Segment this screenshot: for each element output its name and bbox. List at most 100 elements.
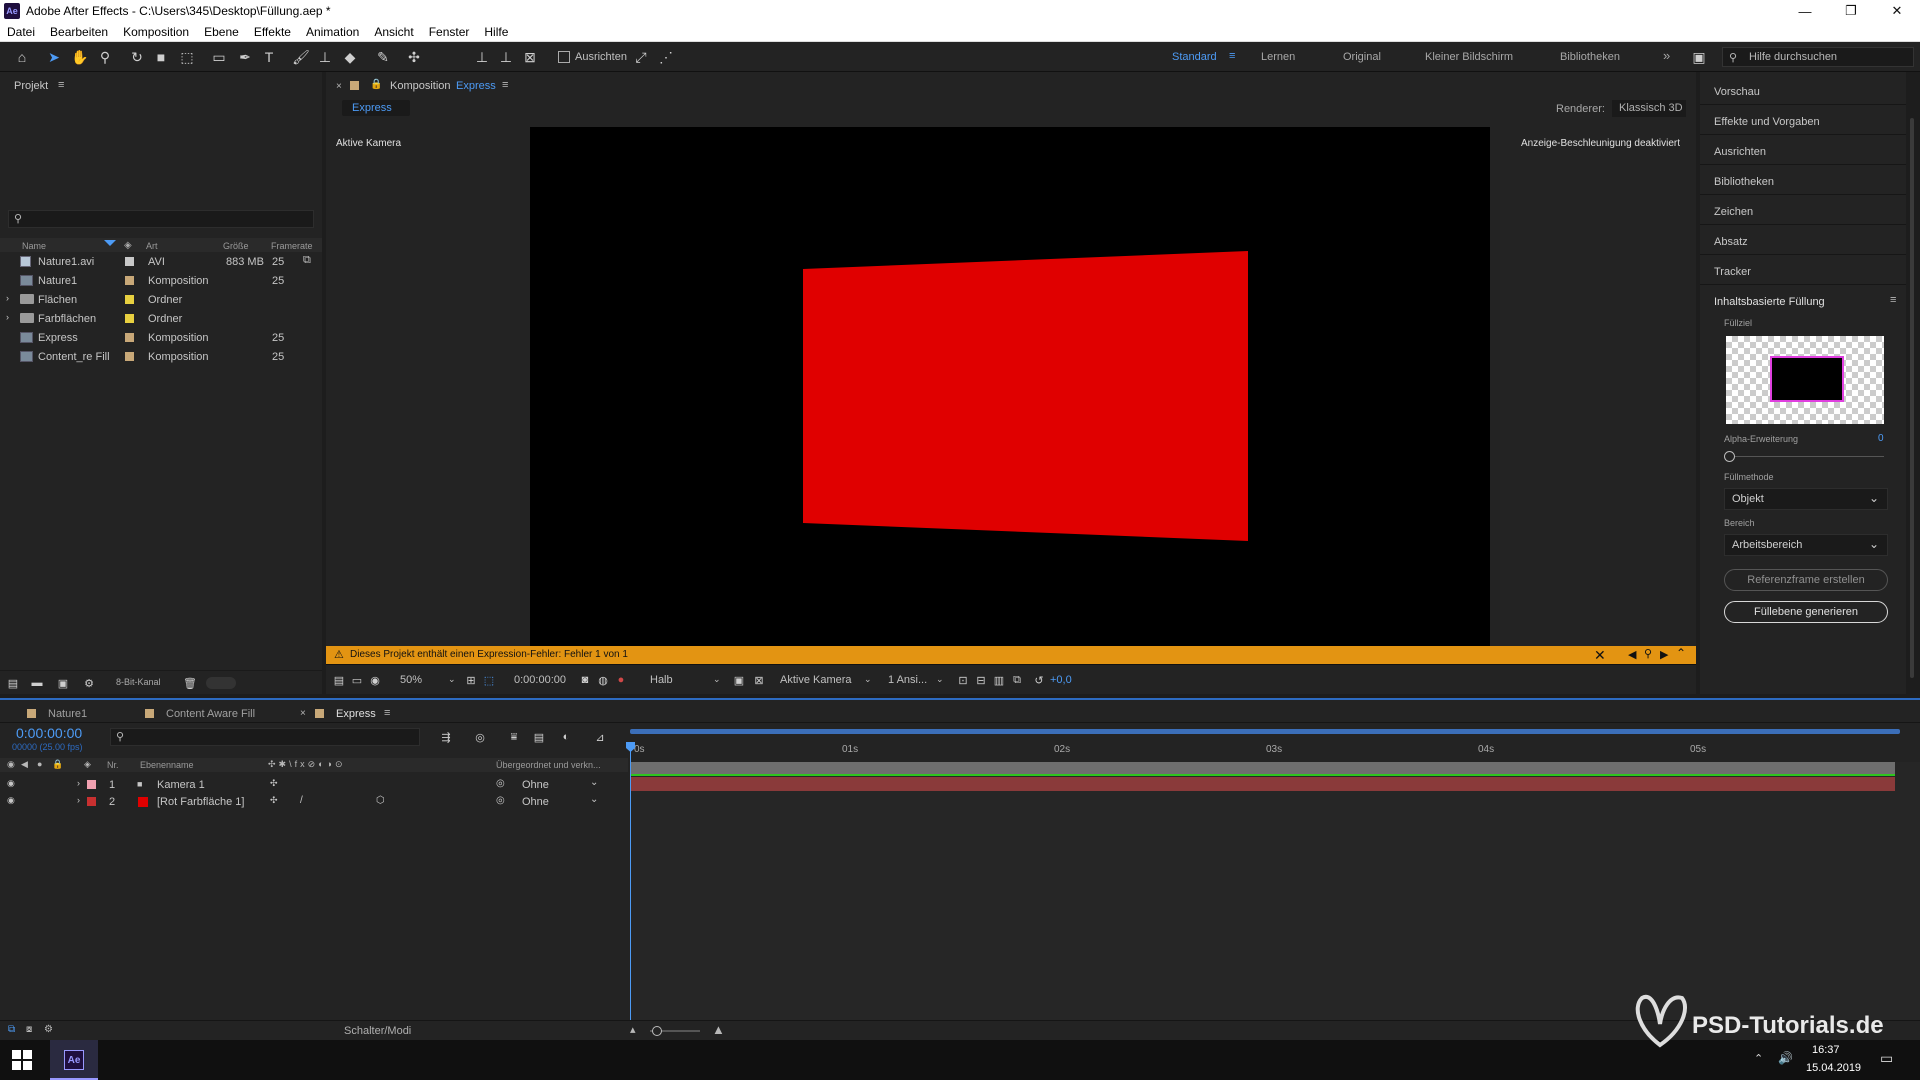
flowchart-icon[interactable]: ⧉ (303, 254, 311, 267)
layer-label-swatch[interactable] (87, 797, 96, 806)
monitor-icon[interactable]: ▭ (348, 671, 366, 689)
project-item[interactable]: › Flächen Ordner (0, 290, 322, 309)
column-size[interactable]: Größe (223, 241, 249, 251)
help-search-input[interactable]: ⚲ Hilfe durchsuchen (1722, 47, 1914, 67)
alpha-expansion-slider-handle[interactable] (1724, 451, 1735, 462)
chevron-down-icon[interactable]: ⌄ (590, 777, 598, 788)
selection-tool-icon[interactable]: ➤ (45, 48, 63, 66)
label-swatch[interactable] (125, 314, 134, 323)
workspace-lernen[interactable]: Lernen (1261, 51, 1295, 63)
go-to-error-icon[interactable]: ⚲ (1644, 647, 1652, 660)
layer-row[interactable]: ◉ › 1 ■ Kamera 1 ✣ ◎ Ohne ⌄ (0, 776, 628, 793)
menu-datei[interactable]: Datei (0, 25, 43, 39)
pen-tool-icon[interactable]: ✒ (236, 48, 254, 66)
project-settings-icon[interactable]: ⚙ (80, 674, 98, 692)
label-swatch[interactable] (125, 257, 134, 266)
clone-stamp-tool-icon[interactable]: ⊥ (316, 48, 334, 66)
roto-brush-tool-icon[interactable]: ✎ (374, 48, 392, 66)
panel-effekte-vorgaben[interactable]: Effekte und Vorgaben (1714, 116, 1820, 128)
align-checkbox[interactable] (558, 51, 570, 63)
snap-icon[interactable]: ⤢ (632, 48, 650, 66)
panel-tracker[interactable]: Tracker (1714, 266, 1751, 278)
workspace-standard[interactable]: Standard (1172, 51, 1217, 63)
exposure-value[interactable]: +0,0 (1050, 674, 1072, 686)
timeline-tab-nature1[interactable]: Nature1 (48, 708, 87, 720)
pick-whip-icon[interactable]: ◎ (496, 778, 505, 789)
timeline-icon[interactable]: ▥ (990, 671, 1008, 689)
pan-behind-tool-icon[interactable]: ⬚ (178, 48, 196, 66)
taskbar-after-effects[interactable]: Ae (50, 1040, 98, 1080)
resolution-chevron-icon[interactable]: ⌄ (713, 674, 721, 685)
fit-icon[interactable]: ⊞ (462, 671, 480, 689)
eraser-tool-icon[interactable]: ◆ (341, 48, 359, 66)
composition-canvas[interactable] (530, 127, 1490, 647)
toggle-modes-icon[interactable]: ⧇ (26, 1024, 32, 1035)
views-chevron-icon[interactable]: ⌄ (936, 674, 944, 685)
panel-ausrichten[interactable]: Ausrichten (1714, 146, 1766, 158)
zoom-in-icon[interactable]: ▲ (712, 1022, 725, 1037)
current-time-indicator[interactable] (630, 744, 631, 1020)
panel-menu-icon[interactable]: ≡ (1890, 294, 1896, 306)
next-error-icon[interactable]: ▶ (1660, 648, 1668, 661)
generate-fill-layer-button[interactable]: Füllebene generieren (1724, 601, 1888, 623)
panel-menu-icon[interactable]: ≡ (58, 79, 64, 91)
rectangle-tool-icon[interactable]: ▭ (210, 48, 228, 66)
menu-ebene[interactable]: Ebene (197, 25, 247, 39)
puppet-pin-tool-icon[interactable]: ✣ (405, 48, 423, 66)
panel-bibliotheken[interactable]: Bibliotheken (1714, 176, 1774, 188)
close-panel-icon[interactable]: × (336, 81, 342, 92)
close-button[interactable]: ✕ (1874, 0, 1920, 22)
label-swatch[interactable] (125, 352, 134, 361)
toggle-timestretch-icon[interactable]: ⚙ (44, 1024, 53, 1035)
workspace-original[interactable]: Original (1343, 51, 1381, 63)
pixel-aspect-icon[interactable]: ⊡ (954, 671, 972, 689)
toggle-switches-icon[interactable]: ⧉ (8, 1024, 15, 1035)
menu-effekte[interactable]: Effekte (247, 25, 299, 39)
panel-layout-icon[interactable]: ▣ (1690, 48, 1708, 66)
rotate-tool-icon[interactable]: ↻ (128, 48, 146, 66)
camera-view-chevron-icon[interactable]: ⌄ (864, 674, 872, 685)
panel-absatz[interactable]: Absatz (1714, 236, 1748, 248)
system-tray-chevron-icon[interactable]: ⌃ (1754, 1052, 1763, 1065)
dismiss-error-icon[interactable]: ✕ (1594, 647, 1606, 664)
shy-switch-icon[interactable]: ✣ (270, 778, 278, 789)
views-layout-select[interactable]: 1 Ansi... (888, 674, 927, 686)
menu-hilfe[interactable]: Hilfe (477, 25, 516, 39)
column-type[interactable]: Art (146, 241, 158, 251)
reset-exposure-icon[interactable]: ↺ (1030, 671, 1048, 689)
more-workspaces-icon[interactable]: » (1663, 48, 1670, 63)
maximize-button[interactable]: ❐ (1828, 0, 1874, 22)
menu-ansicht[interactable]: Ansicht (367, 25, 421, 39)
work-area-bar[interactable] (630, 729, 1900, 734)
brush-tool-icon[interactable]: 🖌 (292, 48, 310, 66)
fast-draft-icon[interactable]: ⊟ (972, 671, 990, 689)
create-reference-frame-button[interactable]: Referenzframe erstellen (1724, 569, 1888, 591)
windows-start-icon[interactable] (12, 1050, 32, 1070)
panel-zeichen[interactable]: Zeichen (1714, 206, 1753, 218)
project-item[interactable]: Content_re Fill Komposition 25 (0, 347, 322, 366)
fast-preview-icon[interactable]: ▣ (730, 671, 748, 689)
minimize-button[interactable]: — (1782, 0, 1828, 22)
notifications-icon[interactable]: ▭ (1880, 1050, 1893, 1067)
visibility-eye-icon[interactable]: ◉ (7, 778, 15, 789)
workspace-bibliotheken[interactable]: Bibliotheken (1560, 51, 1620, 63)
mask-visibility-icon[interactable]: ◉ (366, 671, 384, 689)
project-item[interactable]: Nature1 Komposition 25 (0, 271, 322, 290)
local-axis-icon[interactable]: ⊥ (473, 48, 491, 66)
renderer-select[interactable]: Klassisch 3D (1612, 100, 1686, 117)
expand-chevron-icon[interactable]: › (6, 312, 9, 322)
flowchart-icon[interactable]: ⧉ (1008, 671, 1026, 689)
always-preview-icon[interactable]: ▤ (330, 671, 348, 689)
close-tab-icon[interactable]: × (300, 708, 306, 719)
shy-switch-icon[interactable]: ✣ (270, 795, 278, 806)
project-item[interactable]: › Farbflächen Ordner (0, 309, 322, 328)
camera-tool-icon[interactable]: ■ (152, 48, 170, 66)
zoom-chevron-icon[interactable]: ⌄ (448, 674, 456, 685)
workspace-menu-icon[interactable]: ≡ (1229, 50, 1235, 62)
right-panel-scrollbar[interactable] (1910, 118, 1914, 678)
project-search-input[interactable]: ⚲ (8, 210, 314, 228)
parent-select[interactable]: Ohne (522, 796, 549, 808)
visibility-eye-icon[interactable]: ◉ (7, 795, 15, 806)
panel-menu-icon[interactable]: ≡ (502, 79, 508, 91)
camera-view-select[interactable]: Aktive Kamera (780, 674, 852, 686)
